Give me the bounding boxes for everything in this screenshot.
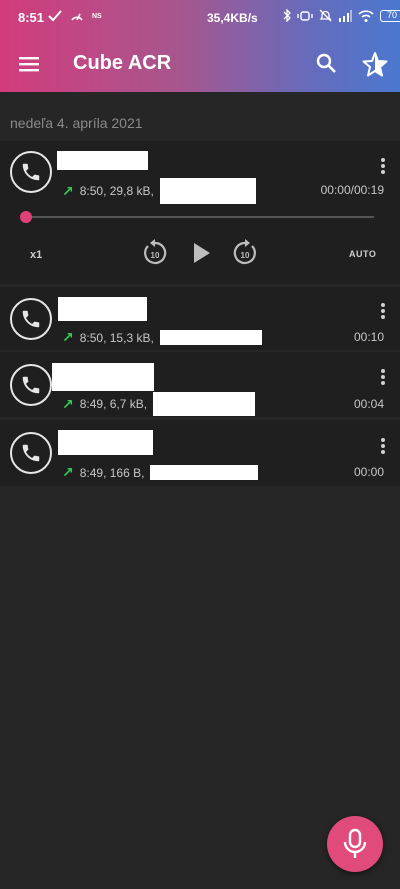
network-speed: 35,4KB/s xyxy=(207,11,258,25)
phone-number-redacted xyxy=(153,392,256,416)
phone-number-redacted xyxy=(159,178,256,204)
auto-play-button[interactable]: AUTO xyxy=(349,249,376,259)
phone-number-redacted xyxy=(150,465,259,480)
outgoing-call-icon: ↗ xyxy=(62,464,74,480)
signal-icon xyxy=(339,9,352,22)
recording-duration: 00:04 xyxy=(353,397,384,411)
date-header: nedeľa 4. apríla 2021 xyxy=(10,115,143,131)
star-icon[interactable] xyxy=(362,51,388,77)
recording-duration: 00:00 xyxy=(353,465,384,479)
recording-meta: 8:50, 29,8 kB, xyxy=(79,184,154,198)
outgoing-call-icon: ↗ xyxy=(62,329,74,345)
app-title: Cube ACR xyxy=(73,52,172,74)
battery-icon: 70 xyxy=(380,9,400,22)
outgoing-call-icon: ↗ xyxy=(62,182,74,199)
phone-number-redacted xyxy=(159,330,262,345)
more-options-icon[interactable] xyxy=(380,368,386,386)
phone-icon xyxy=(10,298,52,340)
seek-thumb[interactable] xyxy=(20,211,32,223)
play-icon[interactable] xyxy=(192,241,212,265)
toolbar: Cube ACR xyxy=(0,34,400,92)
bluetooth-icon xyxy=(283,9,291,22)
vibrate-icon xyxy=(297,10,313,21)
more-options-icon[interactable] xyxy=(380,302,386,320)
recording-meta: 8:50, 15,3 kB, xyxy=(79,330,154,345)
recording-meta: 8:49, 166 B, xyxy=(79,465,145,480)
recording-item[interactable]: ↗ 8:49, 166 B, 00:00 xyxy=(0,420,400,486)
recording-duration: 00:10 xyxy=(353,330,384,344)
recording-meta: 8:49, 6,7 kB, xyxy=(79,397,148,411)
speedometer-icon xyxy=(71,13,83,21)
svg-text:10: 10 xyxy=(151,251,160,260)
status-bar: 8:51 NS 35,4KB/s 70 xyxy=(0,0,400,34)
more-options-icon[interactable] xyxy=(380,437,386,455)
recording-item[interactable]: ↗ 8:49, 6,7 kB, 00:04 xyxy=(0,352,400,417)
app-header: 8:51 NS 35,4KB/s 70 Cube ACR xyxy=(0,0,400,92)
rewind-10-icon[interactable]: 10 xyxy=(142,238,168,266)
contact-name-redacted xyxy=(58,297,147,321)
contact-name-redacted xyxy=(57,151,148,170)
recording-item[interactable]: ↗ 8:50, 15,3 kB, 00:10 xyxy=(0,287,400,350)
recording-item[interactable]: ↗ 8:50, 29,8 kB, 00:00/00:19 x1 10 10 AU… xyxy=(0,141,400,284)
microphone-icon xyxy=(343,828,367,858)
network-label: NS xyxy=(92,12,102,20)
contact-name-redacted xyxy=(58,430,153,455)
seek-bar[interactable] xyxy=(26,216,374,218)
phone-icon xyxy=(10,364,52,406)
wifi-icon xyxy=(358,9,374,22)
outgoing-call-icon: ↗ xyxy=(62,395,74,412)
checkmark-download-icon xyxy=(48,10,62,22)
phone-icon xyxy=(10,432,52,474)
contact-name-redacted xyxy=(52,363,154,391)
status-time: 8:51 xyxy=(18,10,45,25)
menu-icon[interactable] xyxy=(18,53,40,75)
record-button[interactable] xyxy=(327,816,383,872)
mute-notification-icon xyxy=(319,9,332,22)
svg-text:10: 10 xyxy=(241,251,250,260)
playback-speed-button[interactable]: x1 xyxy=(30,249,42,261)
more-options-icon[interactable] xyxy=(380,157,386,175)
recording-duration: 00:00/00:19 xyxy=(320,183,384,197)
phone-icon xyxy=(10,151,52,193)
search-icon[interactable] xyxy=(314,51,338,75)
forward-10-icon[interactable]: 10 xyxy=(232,238,258,266)
